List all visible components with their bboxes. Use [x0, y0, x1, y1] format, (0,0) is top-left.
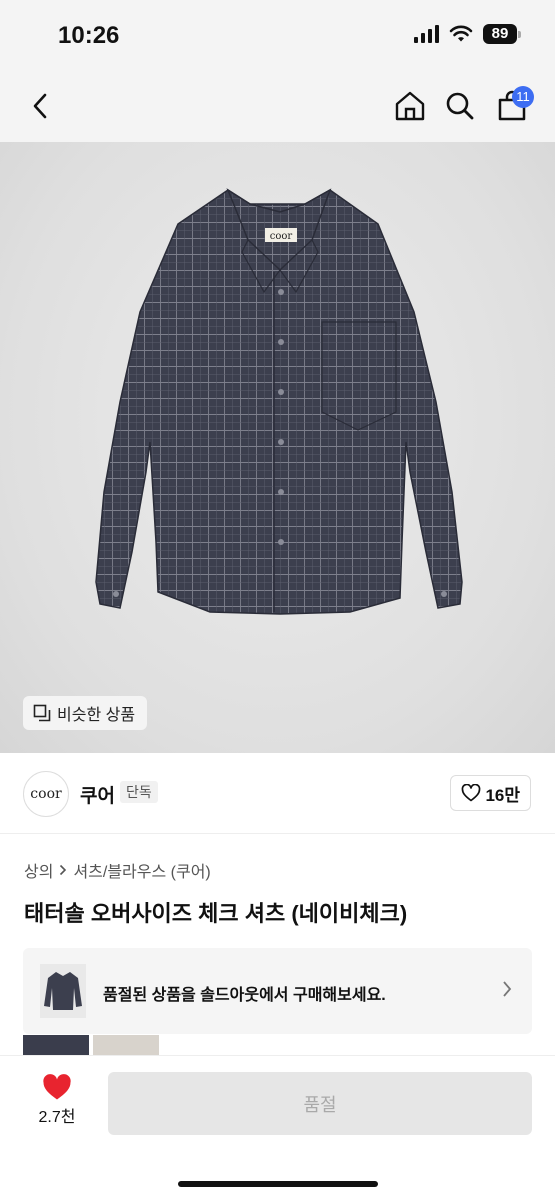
brand-like-count: 16만: [485, 785, 520, 805]
exclusive-tag: 단독: [120, 781, 158, 803]
battery-indicator: 89: [483, 24, 521, 44]
cart-count-badge: 11: [512, 86, 534, 108]
thumbnail-1[interactable]: [23, 1035, 89, 1055]
wish-count: 2.7천: [38, 1109, 76, 1126]
chevron-left-icon: [33, 93, 47, 119]
wishlist-button[interactable]: 2.7천: [30, 1074, 84, 1127]
product-image[interactable]: coor 비슷한 상품: [0, 142, 555, 753]
thumbnail-2[interactable]: [93, 1035, 159, 1055]
copy-icon: [33, 704, 51, 722]
back-button[interactable]: [18, 84, 62, 128]
shirt-illustration: coor: [95, 188, 463, 615]
seller-name[interactable]: 쿠어: [80, 781, 115, 808]
seller-row: coor 쿠어 단독 16만: [0, 753, 555, 834]
heart-filled-icon: [43, 1074, 71, 1100]
status-icons: 89: [414, 24, 521, 44]
wifi-icon: [449, 25, 473, 42]
breadcrumb-category[interactable]: 상의: [24, 858, 53, 882]
shirt-brand-tag: coor: [270, 231, 293, 242]
bottom-bar: 2.7천 품절: [0, 1055, 555, 1201]
chevron-right-icon: [503, 981, 512, 997]
similar-products-label: 비슷한 상품: [57, 707, 136, 724]
status-time: 10:26: [58, 22, 120, 49]
banner-text: 품절된 상품을 솔드아웃에서 구매해보세요.: [103, 987, 386, 1004]
signal-icon: [414, 25, 439, 43]
search-button[interactable]: [438, 84, 482, 128]
status-bar: 10:26 89: [0, 0, 555, 70]
soldout-banner[interactable]: 품절된 상품을 솔드아웃에서 구매해보세요.: [23, 948, 532, 1034]
similar-products-button[interactable]: 비슷한 상품: [23, 696, 148, 730]
home-icon: [395, 91, 425, 121]
brand-like-button[interactable]: 16만: [450, 775, 531, 811]
home-indicator: [178, 1181, 378, 1187]
chevron-right-icon: [60, 864, 67, 876]
soldout-button[interactable]: 품절: [108, 1072, 532, 1135]
search-icon: [446, 92, 474, 120]
product-title: 태터솔 오버사이즈 체크 셔츠 (네이비체크): [24, 901, 408, 926]
heart-outline-icon: [462, 784, 481, 802]
cart-button[interactable]: 11: [490, 84, 534, 128]
seller-logo[interactable]: coor: [23, 771, 69, 817]
nav-bar: 11: [0, 70, 555, 142]
home-button[interactable]: [388, 84, 432, 128]
image-thumbnails: [23, 1035, 159, 1055]
breadcrumb: 상의 셔츠/블라우스 (쿠어): [24, 858, 211, 882]
banner-thumbnail: [40, 964, 86, 1018]
breadcrumb-subcategory[interactable]: 셔츠/블라우스 (쿠어): [73, 858, 210, 882]
